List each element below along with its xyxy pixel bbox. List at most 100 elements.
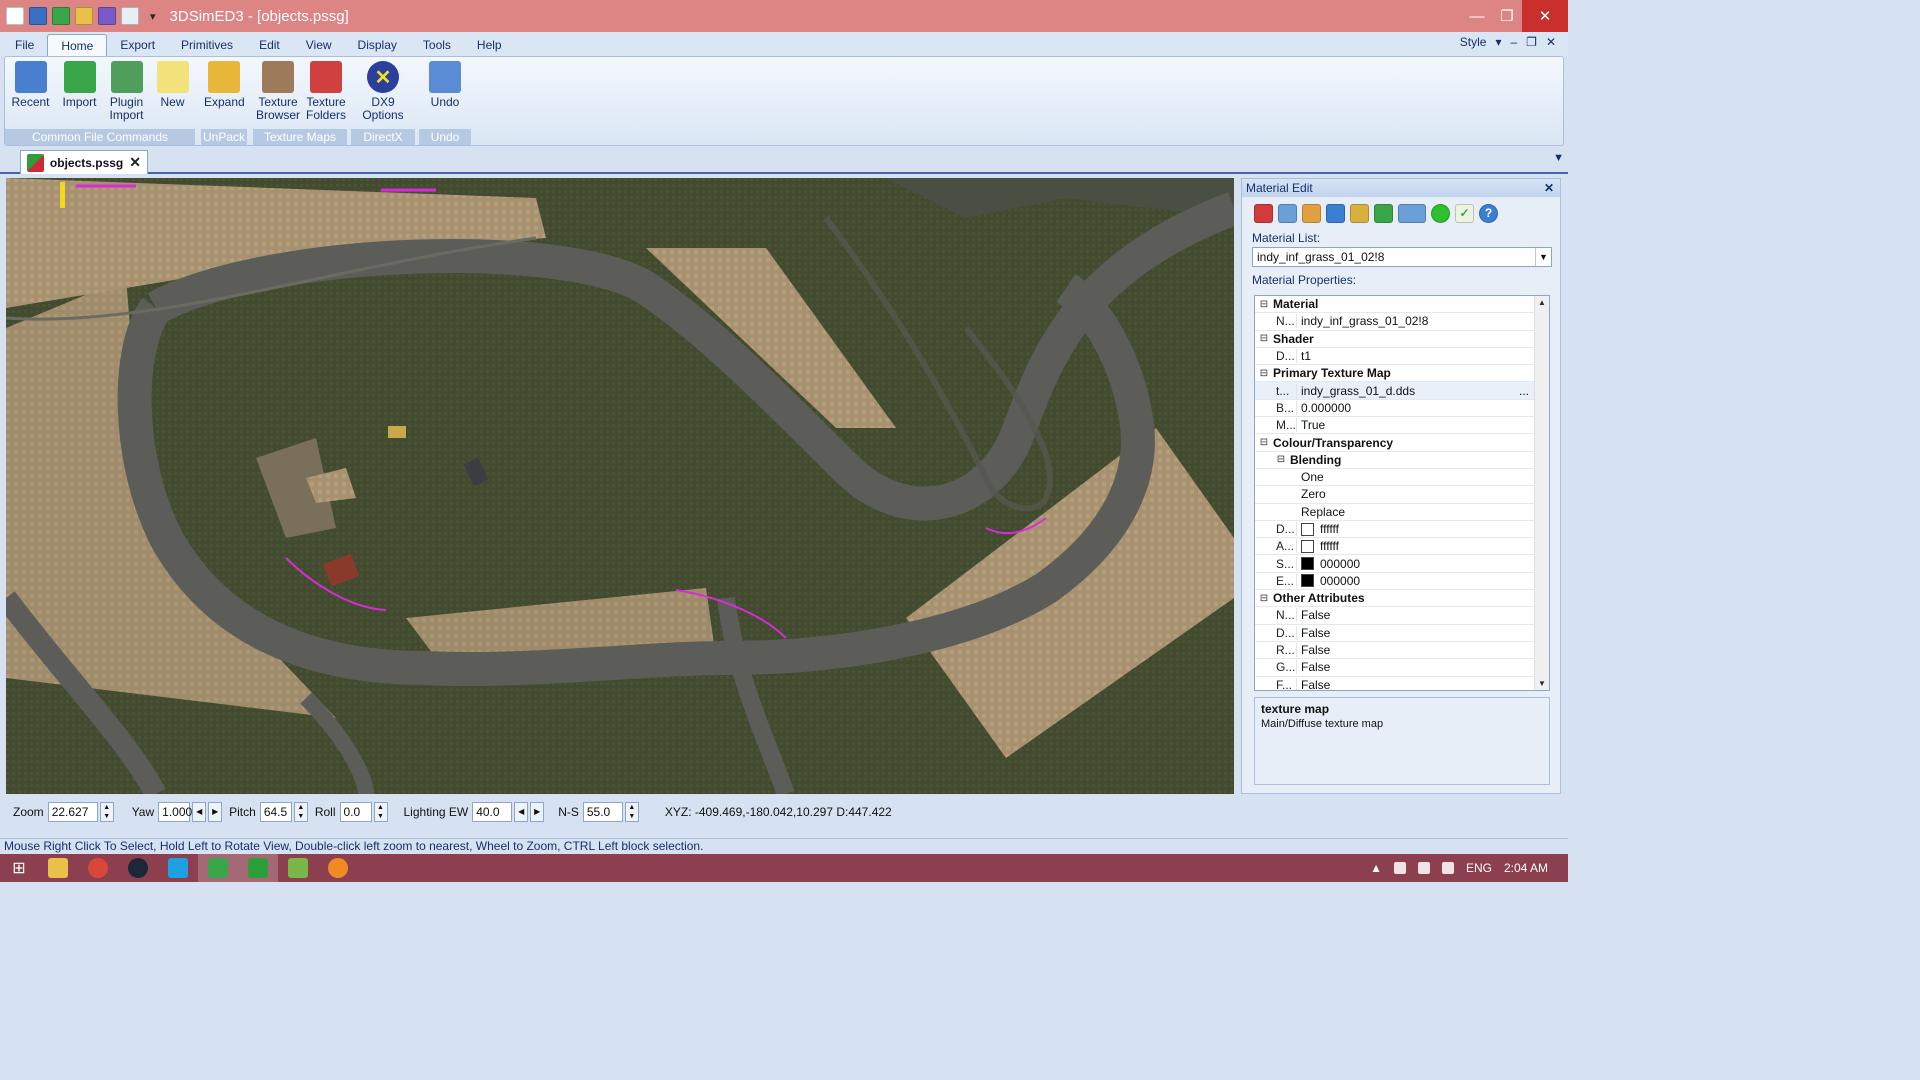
- undo-button[interactable]: Undo: [426, 59, 464, 129]
- roll-input[interactable]: 0.0: [339, 802, 372, 822]
- mdi-restore-icon[interactable]: ❐: [1526, 35, 1537, 49]
- volume-icon[interactable]: [1417, 862, 1430, 874]
- browse-ellipsis-icon[interactable]: ...: [1519, 384, 1529, 398]
- property-row[interactable]: M... True: [1255, 417, 1549, 435]
- color-swatch[interactable]: [1301, 539, 1314, 553]
- property-value[interactable]: False: [1297, 643, 1330, 657]
- revert-icon[interactable]: [1278, 203, 1297, 223]
- property-value[interactable]: False: [1297, 660, 1330, 674]
- color-swatch[interactable]: [1301, 557, 1314, 571]
- property-row[interactable]: S... 000000: [1255, 555, 1549, 573]
- collapse-icon[interactable]: ⊟: [1272, 454, 1290, 465]
- scroll-up-icon[interactable]: ▲: [1535, 298, 1549, 307]
- directx-button[interactable]: ✕ DX9 Options: [359, 59, 406, 129]
- minimize-button[interactable]: —: [1462, 0, 1492, 32]
- property-row[interactable]: ⊟ Other Attributes: [1255, 590, 1549, 608]
- property-row[interactable]: D... t1: [1255, 348, 1549, 366]
- yaw-input[interactable]: 1.000: [158, 802, 192, 822]
- taskbar-app[interactable]: [158, 854, 198, 882]
- apply-texture-icon[interactable]: [1374, 203, 1393, 223]
- qat-dropdown-icon[interactable]: ▾: [150, 10, 156, 23]
- new-button[interactable]: New: [154, 59, 192, 129]
- property-value[interactable]: True: [1297, 418, 1325, 432]
- help-icon[interactable]: ?: [1479, 203, 1498, 223]
- property-row[interactable]: One: [1255, 469, 1549, 487]
- zoom-spinner[interactable]: ▲ ▼: [99, 802, 114, 822]
- plugin-import-button[interactable]: Plugin Import: [107, 59, 147, 129]
- document-tab[interactable]: objects.pssg ✕: [20, 150, 148, 174]
- property-scrollbar[interactable]: ▲ ▼: [1534, 296, 1549, 690]
- ns-spinner[interactable]: ▲ ▼: [624, 802, 639, 822]
- taskbar-app[interactable]: [238, 854, 278, 882]
- property-value[interactable]: indy_grass_01_d.dds: [1297, 384, 1415, 398]
- texture-browser-button[interactable]: Texture Browser: [253, 59, 303, 129]
- apply-check-icon[interactable]: ✓: [1455, 203, 1474, 223]
- recent-button[interactable]: Recent: [8, 59, 52, 129]
- collapse-icon[interactable]: ⊟: [1255, 368, 1273, 379]
- property-value[interactable]: Replace: [1297, 505, 1345, 519]
- property-value[interactable]: ffffff: [1297, 539, 1339, 553]
- tab-export[interactable]: Export: [107, 34, 168, 56]
- property-row[interactable]: B... 0.000000: [1255, 400, 1549, 418]
- property-row[interactable]: ⊟ Colour/Transparency: [1255, 434, 1549, 452]
- property-value[interactable]: indy_inf_grass_01_02!8: [1297, 314, 1428, 328]
- mdi-close-icon[interactable]: ✕: [1546, 35, 1556, 49]
- property-value[interactable]: False: [1297, 608, 1330, 622]
- tab-primitives[interactable]: Primitives: [168, 34, 246, 56]
- taskbar-app[interactable]: [278, 854, 318, 882]
- property-row[interactable]: ⊟ Blending: [1255, 452, 1549, 469]
- battery-icon[interactable]: [1393, 862, 1406, 874]
- import-button[interactable]: Import: [60, 59, 100, 129]
- copy-icon[interactable]: [121, 7, 139, 25]
- collapse-icon[interactable]: ⊟: [1255, 299, 1273, 310]
- property-row[interactable]: ⊟ Primary Texture Map: [1255, 365, 1549, 383]
- panel-close-icon[interactable]: ✕: [1544, 181, 1554, 195]
- property-row[interactable]: F... False: [1255, 677, 1549, 690]
- tab-file[interactable]: File: [2, 34, 47, 56]
- zoom-input[interactable]: 22.627: [47, 802, 98, 822]
- property-value[interactable]: 0.000000: [1297, 401, 1351, 415]
- new-file-icon[interactable]: [6, 7, 24, 25]
- property-value[interactable]: False: [1297, 678, 1330, 690]
- tab-home[interactable]: Home: [47, 34, 108, 56]
- material-list-select[interactable]: indy_inf_grass_01_02!8 ▼: [1252, 247, 1552, 267]
- tab-help[interactable]: Help: [464, 34, 515, 56]
- tab-list-dropdown-icon[interactable]: ▼: [1553, 152, 1564, 164]
- property-row[interactable]: Zero: [1255, 486, 1549, 504]
- yaw-right-icon[interactable]: ▶: [208, 802, 223, 822]
- property-row[interactable]: ⊟ Material: [1255, 296, 1549, 314]
- property-value[interactable]: False: [1297, 626, 1330, 640]
- tools-dropdown-icon[interactable]: [1398, 203, 1426, 223]
- network-icon[interactable]: [1441, 862, 1454, 874]
- property-row[interactable]: R... False: [1255, 642, 1549, 660]
- color-swatch[interactable]: [1301, 522, 1314, 536]
- property-row[interactable]: G... False: [1255, 659, 1549, 677]
- property-row[interactable]: A... ffffff: [1255, 538, 1549, 556]
- property-row[interactable]: ⊟ Shader: [1255, 331, 1549, 348]
- pitch-spinner[interactable]: ▲ ▼: [293, 802, 308, 822]
- taskbar-app[interactable]: [38, 854, 78, 882]
- tab-display[interactable]: Display: [345, 34, 410, 56]
- 3d-viewport[interactable]: [6, 178, 1234, 794]
- scroll-down-icon[interactable]: ▼: [1535, 679, 1549, 688]
- paste-material-icon[interactable]: [1350, 203, 1369, 223]
- property-row[interactable]: D... ffffff: [1255, 521, 1549, 539]
- input-language[interactable]: ENG: [1466, 861, 1492, 875]
- mdi-minimize-icon[interactable]: –: [1510, 35, 1517, 49]
- roll-spinner[interactable]: ▲ ▼: [373, 802, 388, 822]
- property-value[interactable]: Zero: [1297, 487, 1326, 501]
- close-button[interactable]: ✕: [1522, 0, 1568, 32]
- property-row[interactable]: t... indy_grass_01_d.dds...: [1255, 382, 1549, 400]
- start-button[interactable]: ⊞: [0, 854, 38, 882]
- taskbar-app[interactable]: [78, 854, 118, 882]
- property-row[interactable]: Replace: [1255, 504, 1549, 521]
- property-row[interactable]: E... 000000: [1255, 573, 1549, 591]
- tab-tools[interactable]: Tools: [410, 34, 464, 56]
- lighting-ew-left-icon[interactable]: ◀: [514, 802, 529, 822]
- property-row[interactable]: N... indy_inf_grass_01_02!8: [1255, 313, 1549, 331]
- tab-view[interactable]: View: [293, 34, 345, 56]
- property-value[interactable]: t1: [1297, 349, 1311, 363]
- property-value[interactable]: ffffff: [1297, 522, 1339, 536]
- ns-input[interactable]: 55.0: [582, 802, 623, 822]
- lighting-ew-right-icon[interactable]: ▶: [530, 802, 545, 822]
